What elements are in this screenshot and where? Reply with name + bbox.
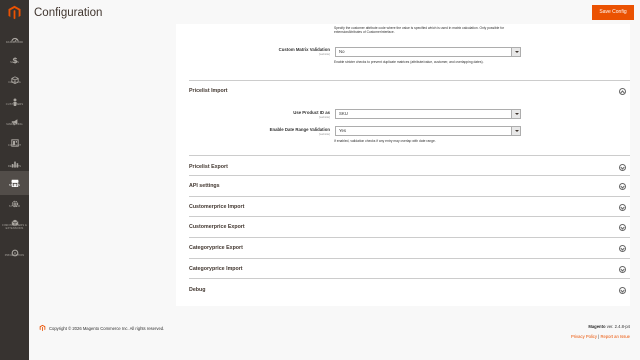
date-range-value: Yes (339, 128, 347, 133)
sidebar-item-label: CONTENT (7, 144, 22, 147)
use-product-id-scope: [website] (318, 115, 330, 119)
section-title: Debug (189, 287, 206, 293)
custom-matrix-scope: [website] (318, 52, 330, 56)
chevron-down-icon (511, 110, 520, 118)
chevron-down-icon (511, 48, 520, 56)
chevron-down-icon[interactable] (619, 183, 626, 190)
customer-attribute-note: Specify the customer attribute code wher… (334, 26, 505, 35)
sidebar-item-label: STORES (8, 184, 21, 187)
section-pricelist-export[interactable]: Pricelist Export (189, 155, 630, 176)
version-info: Magento ver. 2.4.8-p4 (588, 324, 630, 329)
version-number: ver. 2.4.8-p4 (606, 324, 630, 329)
section-title: Customerprice Import (189, 204, 245, 210)
chevron-down-icon (511, 127, 520, 135)
custom-matrix-note: Enable stricter checks to prevent duplic… (334, 60, 484, 64)
date-range-note: If enabled, validation checks if any ent… (334, 139, 436, 143)
magento-footer-logo-icon (39, 324, 46, 332)
save-config-button[interactable]: Save Config (592, 5, 634, 20)
chevron-down-icon[interactable] (619, 204, 626, 211)
brand-name: Magento (588, 324, 606, 329)
sidebar-item-label: PRICEVISTION (4, 254, 25, 257)
sidebar-item-find-partners[interactable]: FIND PARTNERS & EXTENSIONS (0, 211, 29, 239)
chevron-down-icon[interactable] (619, 245, 626, 252)
section-title: Customerprice Export (189, 224, 245, 230)
chevron-down-icon[interactable] (619, 164, 626, 171)
chevron-down-icon[interactable] (619, 287, 626, 294)
page-title: Configuration (34, 7, 103, 19)
sidebar-item-label: SYSTEM (8, 205, 21, 208)
section-categoryprice-export[interactable]: Categoryprice Export (189, 238, 630, 259)
sidebar-item-label: CATALOG (8, 81, 21, 84)
chevron-down-icon[interactable] (619, 266, 626, 273)
sidebar-item-label: MARKETING (6, 123, 23, 126)
privacy-policy-link[interactable]: Privacy Policy (571, 334, 597, 339)
chevron-down-icon[interactable] (619, 224, 626, 231)
section-title: Pricelist Import (189, 88, 228, 94)
section-title: Pricelist Export (189, 164, 228, 170)
date-range-select[interactable]: Yes (335, 126, 521, 136)
sidebar-item-label: SALES (10, 61, 19, 64)
sidebar-item-catalog[interactable]: CATALOG (0, 68, 29, 92)
section-customerprice-export[interactable]: Customerprice Export (189, 217, 630, 238)
chevron-up-icon[interactable] (619, 88, 626, 95)
footer-links: Privacy Policy | Report an Issue (571, 334, 630, 339)
report-issue-link[interactable]: Report an Issue (600, 334, 630, 339)
date-range-scope: [website] (318, 132, 330, 136)
sidebar-item-label: FIND PARTNERS & EXTENSIONS (2, 224, 27, 230)
section-customerprice-import[interactable]: Customerprice Import (189, 197, 630, 217)
section-debug[interactable]: Debug (189, 279, 630, 300)
copyright-text: Copyright © 2026 Magento Commerce Inc. A… (49, 326, 165, 331)
sidebar-item-pricevistion[interactable]: PRICEVISTION (0, 241, 29, 265)
section-title: API settings (189, 183, 220, 189)
section-api-settings[interactable]: API settings (189, 176, 630, 197)
section-title: Categoryprice Import (189, 266, 243, 272)
section-categoryprice-import[interactable]: Categoryprice Import (189, 259, 630, 279)
sidebar-item-label: CUSTOMERS (5, 103, 24, 106)
section-pricelist-import[interactable]: Pricelist Import (189, 80, 630, 106)
use-product-id-select[interactable]: SKU (335, 109, 521, 119)
custom-matrix-value: No (339, 49, 345, 54)
custom-matrix-select[interactable]: No (335, 47, 521, 57)
sidebar-item-label: REPORTS (7, 165, 22, 168)
section-title: Categoryprice Export (189, 245, 243, 251)
sidebar-item-label: DASHBOARD (5, 41, 24, 44)
magento-logo-icon[interactable] (7, 5, 22, 20)
use-product-id-value: SKU (339, 111, 348, 116)
admin-sidebar: DASHBOARD $ SALES CATALOG CUSTOMERS MARK… (0, 0, 29, 360)
